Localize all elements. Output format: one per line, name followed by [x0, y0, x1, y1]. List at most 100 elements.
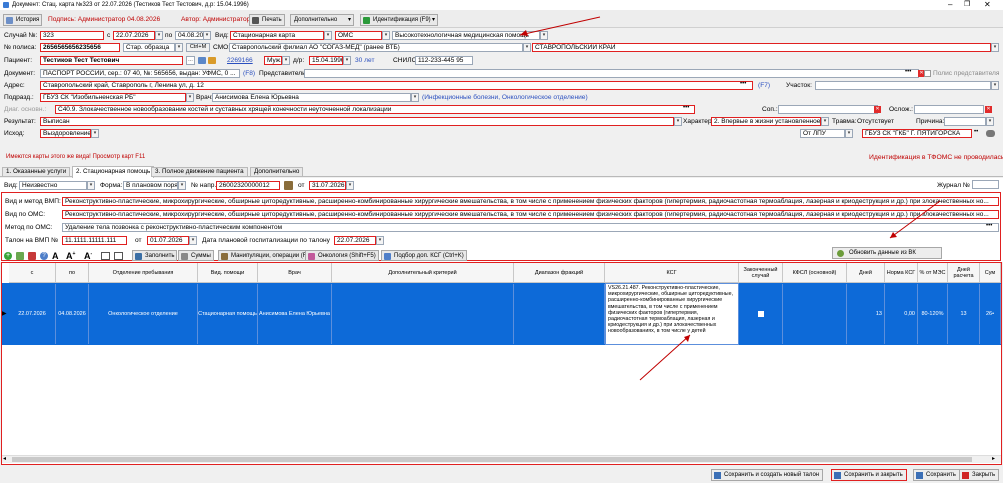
district-input[interactable]	[815, 81, 991, 90]
cell-to[interactable]: 04.08.2026	[56, 284, 89, 344]
vid-dropdown[interactable]: ▾	[87, 181, 95, 190]
outcome-select[interactable]: Выздоровление	[40, 129, 91, 138]
type-dropdown[interactable]: ▾	[324, 31, 332, 40]
tab-extra[interactable]: Дополнительно	[250, 167, 304, 177]
trauma-value[interactable]: Отсутствует	[857, 117, 894, 126]
maximize-icon[interactable]: ❐	[964, 0, 970, 9]
ident-button[interactable]: Идентификация (F9) ▾	[360, 14, 438, 26]
cell-kfsl[interactable]	[783, 284, 847, 344]
cell-finished[interactable]	[739, 284, 783, 344]
method-search-icon[interactable]: •••	[986, 223, 992, 229]
result-select[interactable]: Выписан	[40, 117, 674, 126]
from-lpu-select[interactable]: От ЛПУ	[800, 129, 845, 138]
case-number-input[interactable]: 323	[40, 31, 104, 40]
col-header-norm[interactable]: Норма КСГ	[885, 263, 918, 283]
talon-date-dropdown[interactable]: ▾	[189, 236, 197, 245]
col-header-doctor[interactable]: Врач	[258, 263, 332, 283]
fin-select[interactable]: ОМС	[335, 31, 382, 40]
minimize-icon[interactable]: –	[948, 0, 952, 9]
col-header-kfsl[interactable]: КФСЛ (основной)	[783, 263, 847, 283]
cell-fractions[interactable]	[514, 284, 605, 344]
cell-mes[interactable]: 80-120%	[918, 284, 948, 344]
tab-stationary[interactable]: 2. Стационарная помощь	[72, 166, 155, 178]
fill-button[interactable]: Заполнить	[132, 250, 178, 261]
finished-checkbox[interactable]	[757, 311, 764, 317]
lpu-input[interactable]: ГБУЗ СК "ГКБ" Г. ПЯТИГОРСКА	[862, 129, 972, 138]
date-from-input[interactable]: 22.07.2026	[113, 31, 155, 40]
dob-dropdown[interactable]: ▾	[343, 56, 351, 65]
rep-checkbox[interactable]	[924, 70, 931, 77]
cell-from[interactable]: 22.07.2026	[9, 284, 56, 344]
cell-dept[interactable]: Онкологическое отделение	[89, 284, 198, 344]
patient-extra-icon[interactable]	[208, 57, 216, 64]
patient-name-input[interactable]: Тестиков Тест Тестович	[40, 56, 183, 65]
cell-ksg[interactable]: VS26.21.487. Реконструктивно-пластически…	[605, 283, 739, 345]
scroll-right-icon[interactable]: ▸	[992, 455, 995, 462]
type-select[interactable]: Стационарная карта	[230, 31, 324, 40]
from-lpu-dropdown[interactable]: ▾	[845, 129, 853, 138]
dept-dropdown[interactable]: ▾	[186, 93, 194, 102]
lpu-binoculars-icon[interactable]	[986, 130, 995, 137]
col-header-fractions[interactable]: Диапазон фракций	[514, 263, 605, 283]
sums-button[interactable]: Суммы	[178, 250, 214, 261]
ksg-pick-button[interactable]: Подбор доп. КСГ (Ctrl+K)	[381, 250, 467, 261]
col-header-to[interactable]: по	[56, 263, 89, 283]
col-header-days[interactable]: Дней	[847, 263, 885, 283]
tab-services[interactable]: 1. Оказанные услуги	[2, 167, 71, 177]
address-search-icon[interactable]: •••	[740, 81, 746, 87]
edit-icon[interactable]	[16, 252, 24, 260]
compl-input[interactable]	[914, 105, 984, 114]
concom-clear-icon[interactable]: ✕	[874, 106, 881, 113]
address-input[interactable]: Ставропольский край, Ставрополь г, Ленин…	[40, 81, 753, 90]
policy-number-input[interactable]: 2656565656235656	[40, 43, 120, 52]
col-header-criterion[interactable]: Дополнительный критерий	[332, 263, 514, 283]
rep-input[interactable]	[304, 69, 919, 78]
patient-id-link[interactable]: 2269166	[227, 56, 253, 65]
district-dropdown[interactable]: ▾	[991, 81, 999, 90]
aid-dropdown[interactable]: ▾	[540, 31, 548, 40]
cell-doctor[interactable]: Анисимова Елена Юрьевна	[258, 284, 332, 344]
grid-hscrollbar[interactable]: ◂ ▸	[2, 455, 1001, 463]
close-button[interactable]: Закрыть	[959, 469, 1000, 481]
col-header-mes[interactable]: % от МЭС	[918, 263, 948, 283]
compl-clear-icon[interactable]: ✕	[985, 106, 992, 113]
oms-input[interactable]: Реконструктивно-пластические, микрохирур…	[62, 210, 999, 219]
col-header-calc-days[interactable]: Дней расчета	[948, 263, 980, 283]
result-dropdown[interactable]: ▾	[674, 117, 682, 126]
diag-input[interactable]: С40.9. Злокачественное новообразование к…	[55, 105, 695, 114]
napr-date-dropdown[interactable]: ▾	[346, 181, 354, 190]
sex-select[interactable]: Муж.	[264, 56, 282, 65]
cell-aid[interactable]: Стационарная помощь	[198, 284, 258, 344]
region-dropdown[interactable]: ▾	[991, 43, 999, 52]
col-header-sum[interactable]: Сум	[980, 263, 1001, 283]
help-icon[interactable]: ?	[40, 252, 48, 260]
doc-input[interactable]: ПАСПОРТ РОССИИ, сер.: 07 40, №: 565656, …	[40, 69, 240, 78]
napr-date-input[interactable]: 31.07.2026	[309, 181, 346, 190]
columns-icon[interactable]	[101, 252, 110, 260]
maps-note[interactable]: Имеются карты этого же вида! Просмотр ка…	[6, 153, 145, 162]
lpu-search-icon[interactable]: ••	[974, 129, 978, 135]
print-button[interactable]: Печать	[249, 14, 285, 26]
patient-card-icon[interactable]	[198, 57, 206, 64]
aid-select[interactable]: Высокотехнологичная медицинская помощь	[392, 31, 540, 40]
plan-date-dropdown[interactable]: ▾	[376, 236, 384, 245]
cell-calc-days[interactable]: 13	[948, 284, 980, 344]
method-input[interactable]: Удаление тела позвонка с реконструктивно…	[62, 223, 999, 232]
save-button[interactable]: Сохранить	[913, 469, 960, 481]
talon-input[interactable]: 11.1111.11111.111	[62, 236, 127, 245]
dob-input[interactable]: 15.04.1996	[309, 56, 343, 65]
diag-search-icon[interactable]: •••	[683, 105, 689, 111]
col-header-from[interactable]: с	[9, 263, 56, 283]
scroll-thumb[interactable]	[12, 457, 972, 462]
col-header-dept[interactable]: Отделение пребывания	[89, 263, 198, 283]
region-select[interactable]: СТАВРОПОЛЬСКИЙ КРАЙ	[532, 43, 991, 52]
extra-button[interactable]: Дополнительно ▾	[290, 14, 354, 26]
char-select[interactable]: 2. Впервые в жизни установленное	[711, 117, 821, 126]
policy-type-select[interactable]: Стар. образца	[123, 43, 175, 52]
concom-input[interactable]	[778, 105, 878, 114]
snils-input[interactable]: 112-233-445 95	[415, 56, 473, 65]
talon-date-input[interactable]: 01.07.2026	[147, 236, 189, 245]
search-patient-icon[interactable]: …	[186, 56, 195, 65]
form-dropdown[interactable]: ▾	[178, 181, 186, 190]
add-icon[interactable]: +	[4, 252, 12, 260]
